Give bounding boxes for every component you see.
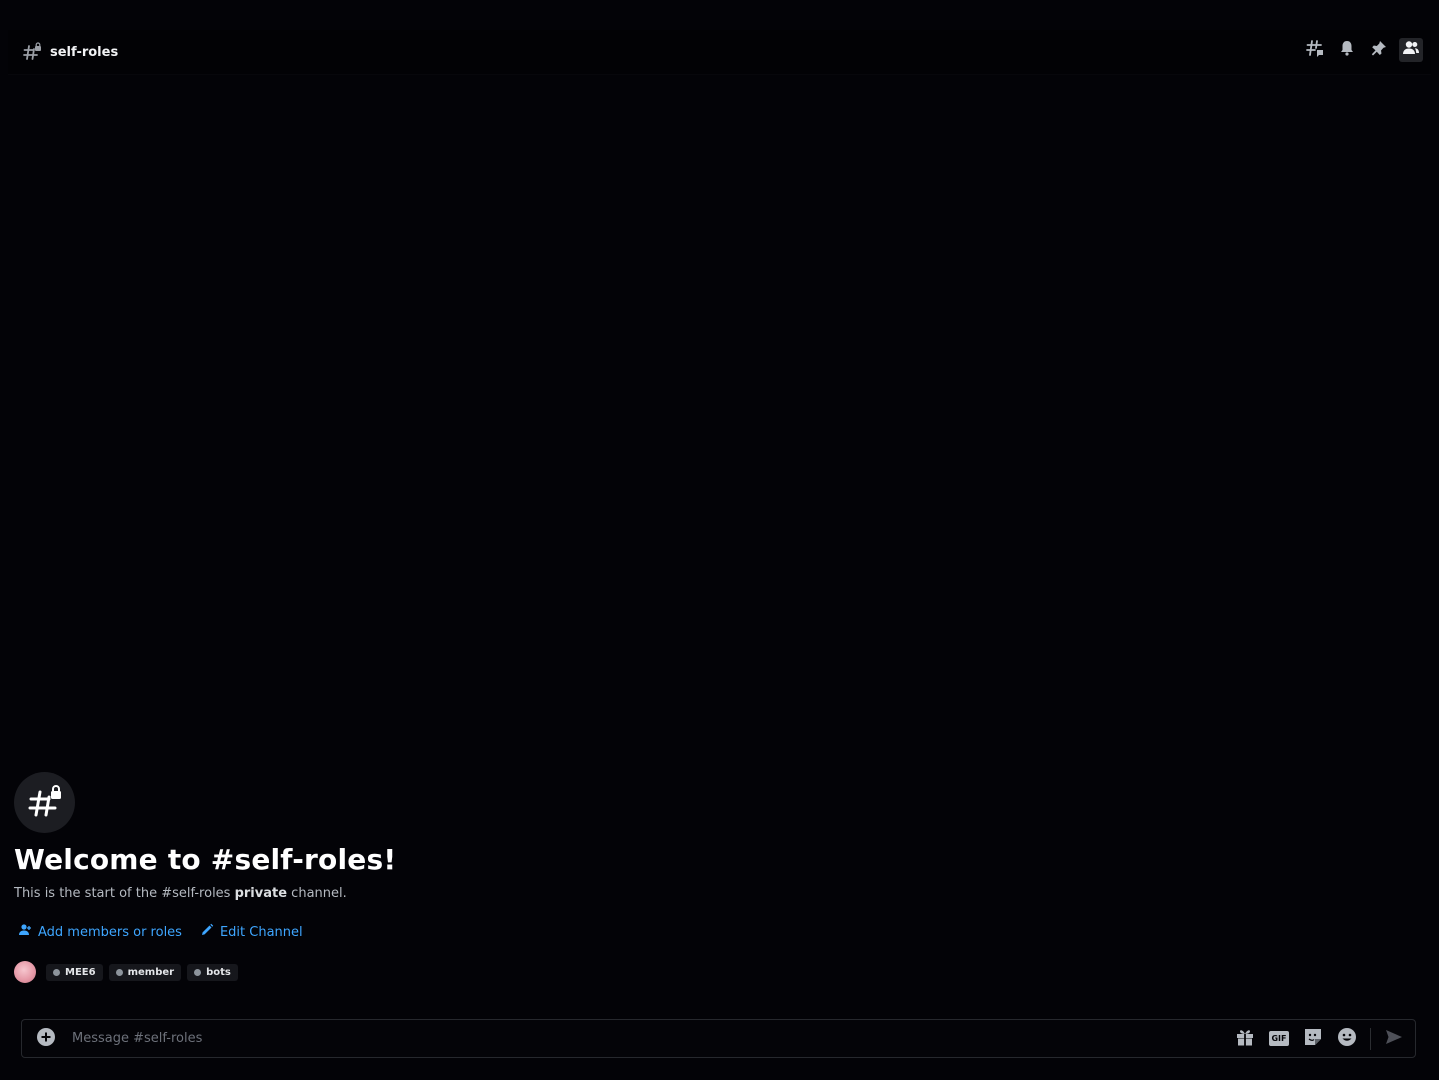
welcome-desc-prefix: This is the start of the #self-roles bbox=[14, 886, 235, 901]
channel-header: self-roles bbox=[8, 30, 1431, 74]
role-tag-label: MEE6 bbox=[65, 966, 96, 978]
avatar[interactable] bbox=[14, 961, 36, 983]
add-members-button[interactable]: Add members or roles bbox=[18, 923, 182, 941]
role-tag[interactable]: bots bbox=[187, 963, 238, 981]
sticker-button[interactable] bbox=[1302, 1028, 1324, 1050]
channel-name: self-roles bbox=[50, 44, 119, 60]
private-channel-icon bbox=[22, 42, 42, 62]
pin-icon bbox=[1370, 39, 1388, 61]
welcome-desc-suffix: channel. bbox=[287, 886, 347, 901]
welcome-description: This is the start of the #self-roles pri… bbox=[14, 886, 814, 901]
notifications-button[interactable] bbox=[1335, 38, 1359, 62]
role-color-dot bbox=[194, 968, 202, 976]
private-channel-icon bbox=[26, 782, 64, 824]
message-composer: GIF bbox=[21, 1019, 1416, 1058]
edit-channel-button[interactable]: Edit Channel bbox=[200, 923, 303, 941]
attach-button[interactable] bbox=[36, 1027, 56, 1051]
bell-icon bbox=[1338, 39, 1356, 61]
gif-label: GIF bbox=[1271, 1034, 1287, 1043]
threads-button[interactable] bbox=[1303, 38, 1327, 62]
gift-icon bbox=[1235, 1027, 1255, 1051]
role-color-dot bbox=[115, 968, 123, 976]
toolbar-divider bbox=[1370, 1027, 1371, 1050]
plus-circle-icon bbox=[36, 1027, 56, 1051]
send-button[interactable] bbox=[1383, 1028, 1405, 1050]
add-member-icon bbox=[18, 923, 32, 941]
gif-button[interactable]: GIF bbox=[1268, 1028, 1290, 1050]
add-members-label: Add members or roles bbox=[38, 924, 182, 940]
app-window: self-roles Welcome to #self-roles! This … bbox=[0, 0, 1439, 1080]
role-tag[interactable]: MEE6 bbox=[46, 963, 103, 981]
role-tag-label: bots bbox=[206, 966, 231, 978]
emoji-button[interactable] bbox=[1336, 1027, 1358, 1051]
member-list-icon bbox=[1402, 39, 1420, 61]
welcome-desc-private: private bbox=[234, 886, 288, 901]
role-tag-label: member bbox=[127, 966, 175, 978]
sticker-icon bbox=[1303, 1027, 1323, 1051]
edit-channel-label: Edit Channel bbox=[219, 924, 303, 940]
gift-button[interactable] bbox=[1234, 1028, 1256, 1050]
header-toolbar bbox=[1303, 38, 1423, 62]
gif-icon: GIF bbox=[1269, 1031, 1289, 1046]
member-list-button[interactable] bbox=[1399, 38, 1423, 62]
channel-badge bbox=[14, 772, 75, 833]
pinned-messages-button[interactable] bbox=[1367, 38, 1391, 62]
send-icon bbox=[1384, 1027, 1404, 1051]
channel-welcome: Welcome to #self-roles! This is the star… bbox=[14, 772, 814, 983]
role-color-dot bbox=[53, 968, 60, 976]
role-tag[interactable]: member bbox=[108, 963, 182, 981]
welcome-actions: Add members or roles Edit Channel bbox=[18, 923, 814, 941]
welcome-title: Welcome to #self-roles! bbox=[14, 843, 397, 876]
composer-toolbar: GIF bbox=[1234, 1027, 1405, 1051]
pencil-icon bbox=[200, 923, 214, 941]
message-input[interactable] bbox=[70, 1030, 1234, 1047]
emoji-icon bbox=[1337, 1027, 1357, 1051]
threads-icon bbox=[1305, 38, 1325, 62]
channel-access-list: MEE6 member bots bbox=[14, 961, 814, 983]
